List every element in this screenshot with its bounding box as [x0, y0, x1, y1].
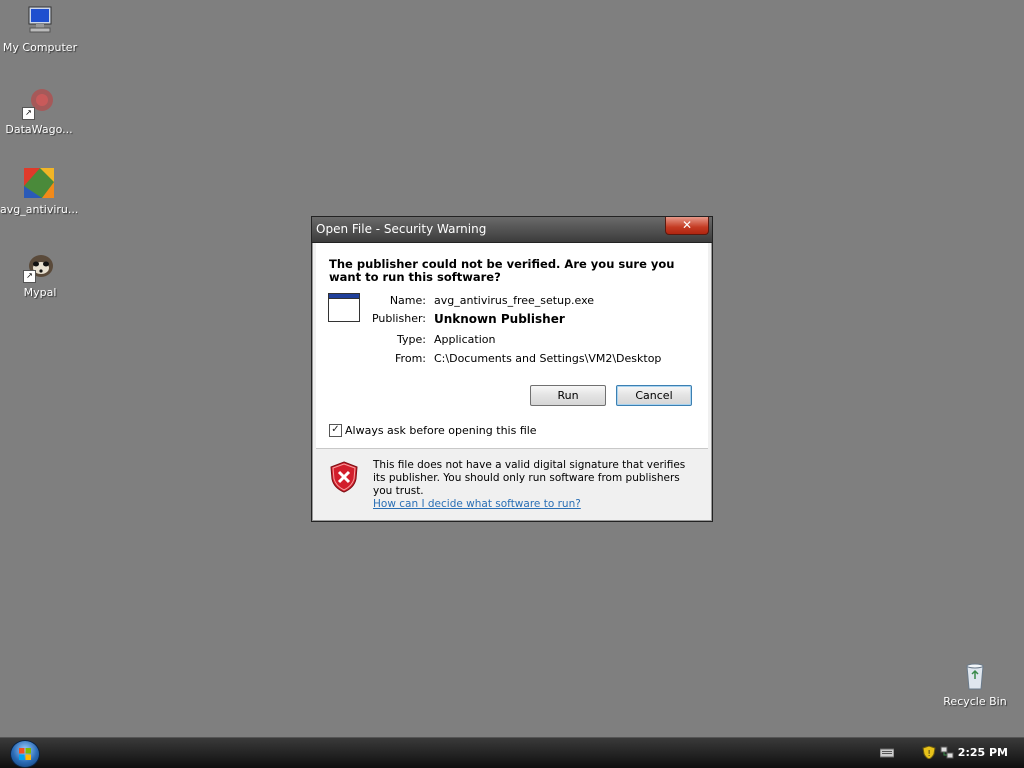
cancel-button[interactable]: Cancel — [616, 385, 692, 406]
desktop-icon-mypal[interactable]: ↗ Mypal — [1, 249, 79, 299]
computer-icon — [23, 4, 57, 38]
desktop-icon-datawago[interactable]: ↗ DataWago... — [0, 86, 78, 136]
name-value: avg_antivirus_free_setup.exe — [434, 294, 595, 307]
windows-logo-icon — [19, 748, 31, 760]
network-icon[interactable] — [940, 746, 954, 759]
start-button[interactable] — [10, 740, 40, 768]
desktop-icon-avg-setup[interactable]: avg_antiviru... — [0, 166, 78, 216]
name-label: Name: — [389, 294, 426, 307]
warning-message: This file does not have a valid digital … — [373, 459, 686, 497]
security-shield-icon — [330, 461, 358, 493]
desktop-icon-label: DataWago... — [5, 123, 73, 136]
from-value: C:\Documents and Settings\VM2\Desktop — [434, 352, 662, 365]
desktop-icon-label: Recycle Bin — [943, 695, 1007, 708]
dialog-body: The publisher could not be verified. Are… — [316, 243, 708, 517]
security-center-shield-icon[interactable]: ! — [922, 746, 936, 759]
taskbar: ! 2:25 PM — [0, 737, 1024, 768]
avg-icon — [22, 166, 56, 200]
help-link[interactable]: How can I decide what software to run? — [373, 498, 581, 510]
warning-panel: This file does not have a valid digital … — [316, 449, 708, 517]
shortcut-arrow-icon: ↗ — [22, 107, 35, 120]
desktop-icon-recycle-bin[interactable]: Recycle Bin — [936, 658, 1014, 708]
from-label: From: — [395, 352, 426, 365]
always-ask-checkbox[interactable]: ✓ — [329, 424, 342, 437]
publisher-value: Unknown Publisher — [434, 312, 565, 326]
signature-warning-text: This file does not have a valid digital … — [373, 459, 693, 511]
close-button[interactable]: ✕ — [665, 217, 709, 235]
desktop-icon-my-computer[interactable]: My Computer — [1, 4, 79, 54]
recycle-bin-icon — [958, 658, 992, 692]
type-value: Application — [434, 333, 496, 346]
raccoon-icon: ↗ — [23, 249, 57, 283]
desktop-icon-label: Mypal — [23, 286, 57, 299]
keyboard-icon[interactable] — [880, 746, 894, 759]
publisher-question: The publisher could not be verified. Are… — [329, 257, 675, 284]
security-warning-dialog: Open File - Security Warning ✕ The publi… — [311, 216, 713, 522]
desktop-icon-label: My Computer — [2, 41, 78, 54]
desktop-icon-label: avg_antiviru... — [0, 203, 78, 216]
type-label: Type: — [397, 333, 426, 346]
taskbar-clock[interactable]: 2:25 PM — [958, 746, 1008, 759]
publisher-label: Publisher: — [371, 312, 426, 325]
system-tray: ! 2:25 PM — [874, 738, 1024, 768]
shortcut-arrow-icon: ↗ — [23, 270, 36, 283]
run-button[interactable]: Run — [530, 385, 606, 406]
datawago-icon: ↗ — [22, 86, 56, 120]
svg-text:!: ! — [928, 749, 931, 758]
dialog-title: Open File - Security Warning — [316, 222, 487, 236]
always-ask-label[interactable]: Always ask before opening this file — [345, 424, 537, 437]
dialog-titlebar[interactable]: Open File - Security Warning ✕ — [312, 217, 712, 243]
